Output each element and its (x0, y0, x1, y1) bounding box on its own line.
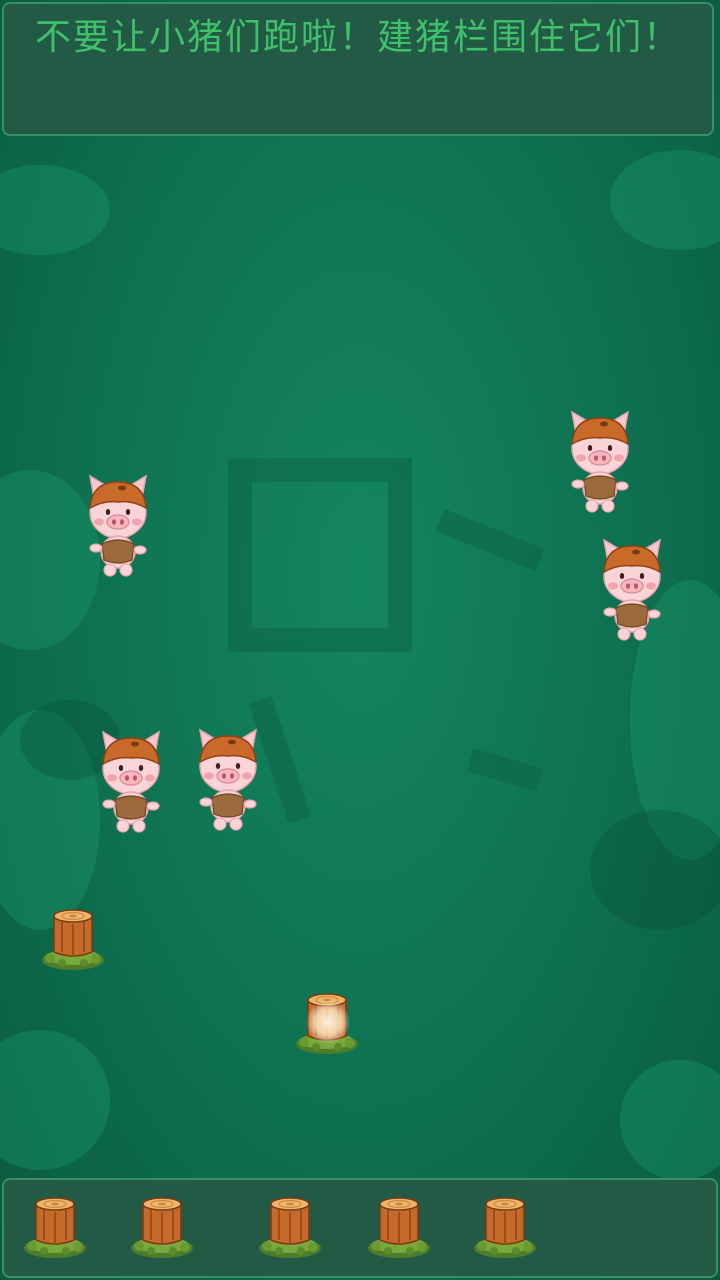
pig-sprite[interactable] (596, 538, 668, 642)
glow-cursor-icon (306, 1000, 350, 1044)
fence-toolbar (2, 1178, 718, 1278)
placed-stump (40, 902, 106, 974)
fence-slot-5[interactable] (472, 1190, 542, 1270)
fence-slot-1[interactable] (22, 1190, 92, 1270)
pig-icon (102, 731, 160, 833)
fence-slot-3[interactable] (257, 1190, 327, 1270)
pig-icon (199, 729, 257, 831)
pig-icon (571, 411, 629, 513)
tree-stump-icon (473, 1197, 537, 1259)
tree-stump-icon (258, 1197, 322, 1259)
pig-icon (89, 475, 147, 577)
tree-stump-icon (41, 909, 105, 971)
fence-slot-2[interactable] (129, 1190, 199, 1270)
instruction-panel: 不要让小猪们跑啦！建猪栏围住它们！ (2, 2, 714, 136)
pig-sprite[interactable] (192, 728, 264, 832)
instruction-text: 不要让小猪们跑啦！建猪栏围住它们！ (34, 17, 681, 58)
tree-stump-icon (367, 1197, 431, 1259)
pig-sprite[interactable] (95, 730, 167, 834)
pig-sprite[interactable] (564, 410, 636, 514)
fence-slot-4[interactable] (366, 1190, 436, 1270)
tree-stump-icon (23, 1197, 87, 1259)
pig-sprite[interactable] (82, 474, 154, 578)
tree-stump-icon (130, 1197, 194, 1259)
pig-icon (603, 539, 661, 641)
